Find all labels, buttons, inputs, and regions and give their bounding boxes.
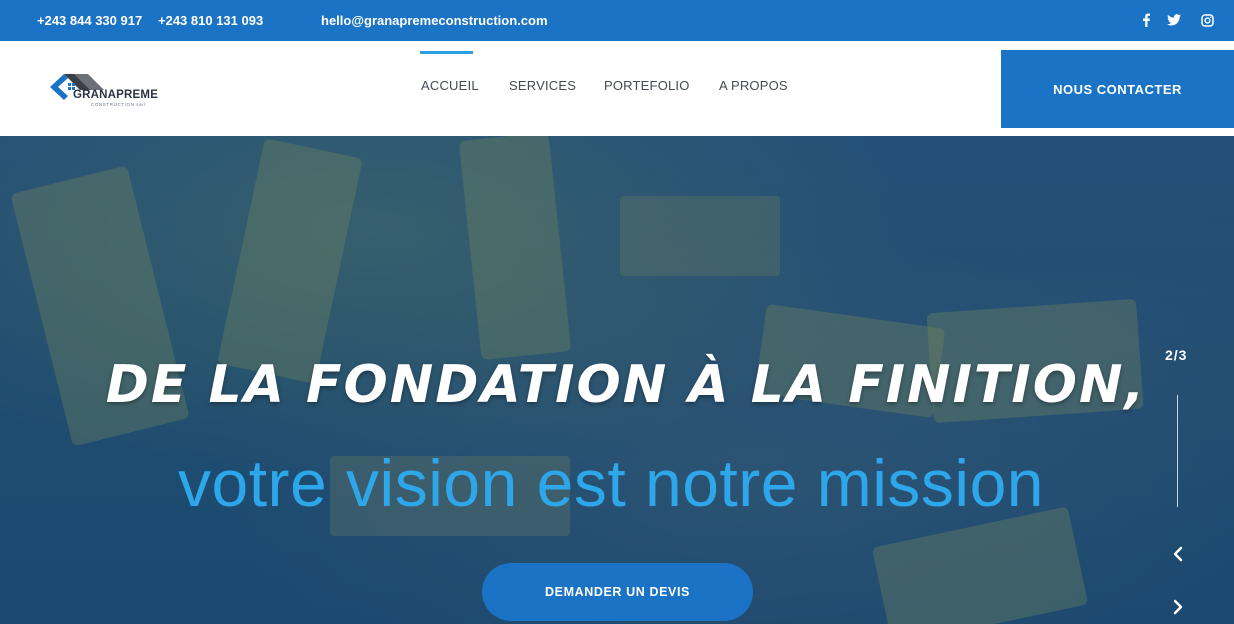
hero-subline: votre vision est notre mission	[177, 446, 1044, 520]
contact-button[interactable]: NOUS CONTACTER	[1001, 50, 1234, 128]
facebook-icon[interactable]	[1138, 12, 1154, 28]
chevron-left-icon[interactable]	[1166, 542, 1190, 566]
slide-counter: 2/3	[1165, 347, 1188, 363]
logo-name: GRANAPREME	[73, 89, 159, 101]
nav-item-portefolio[interactable]: PORTEFOLIO	[604, 78, 690, 93]
twitter-icon[interactable]	[1166, 12, 1182, 28]
phone-number-1[interactable]: +243 844 330 917	[37, 13, 142, 28]
instagram-icon[interactable]	[1199, 12, 1215, 28]
nav-active-indicator	[420, 51, 473, 54]
slide-progress-line	[1177, 395, 1178, 507]
request-quote-button[interactable]: DEMANDER UN DEVIS	[482, 563, 753, 621]
hero-headline: De la fondation à la finition,	[105, 355, 1147, 415]
chevron-right-icon[interactable]	[1166, 595, 1190, 619]
nav-item-a-propos[interactable]: A PROPOS	[719, 78, 788, 93]
phone-number-2[interactable]: +243 810 131 093	[158, 13, 263, 28]
email-link[interactable]: hello@granapremeconstruction.com	[321, 13, 548, 28]
top-bar: +243 844 330 917 +243 810 131 093 hello@…	[0, 0, 1234, 41]
nav-item-accueil[interactable]: ACCUEIL	[421, 78, 479, 93]
nav-item-services[interactable]: SERVICES	[509, 78, 576, 93]
logo-subtitle: CONSTRUCTION sarl	[91, 102, 146, 107]
